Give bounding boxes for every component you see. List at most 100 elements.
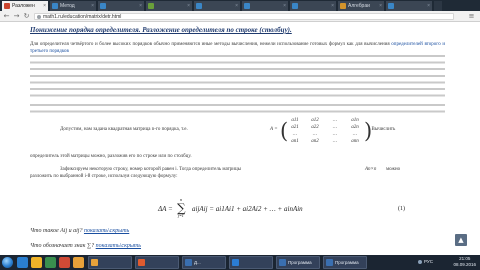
clock[interactable]: 21:05 08.09.2016 — [453, 256, 476, 268]
app-icon — [91, 259, 98, 266]
pinned-app-icon[interactable] — [59, 257, 70, 268]
fix-row-text-end: можно — [386, 167, 401, 172]
taskbar-window-button[interactable]: Программа — [323, 256, 367, 269]
app-icon — [279, 259, 286, 266]
sum-lower-limit: j=1 — [178, 213, 184, 218]
formula-number: (1) — [398, 206, 405, 212]
window-label: Д... — [194, 260, 201, 265]
app-icon — [326, 259, 333, 266]
show-hide-link[interactable]: показать\скрыть — [96, 243, 141, 249]
matrix-cell: … — [352, 132, 358, 137]
taskbar-window-button[interactable] — [88, 256, 132, 269]
reload-icon[interactable]: ↻ — [22, 12, 31, 21]
close-icon[interactable]: × — [139, 1, 142, 11]
window-label: Программа — [335, 260, 359, 265]
tab-favicon-icon — [388, 3, 394, 9]
close-icon[interactable]: × — [427, 1, 430, 11]
browser-tab[interactable]: × — [290, 1, 337, 11]
tab-favicon-icon — [4, 3, 10, 9]
browser-tab[interactable]: × — [146, 1, 193, 11]
tab-favicon-icon — [340, 3, 346, 9]
address-bar[interactable]: math1.ru/education/matrix/detr.html — [34, 13, 454, 20]
matrix-cell: a11 — [291, 118, 299, 123]
matrix-lhs: A = — [270, 127, 278, 132]
tab-label: Метод — [60, 3, 75, 9]
new-tab-button[interactable] — [434, 1, 443, 11]
window-label: Программа — [288, 260, 312, 265]
close-icon[interactable]: × — [283, 1, 286, 11]
browser-tab[interactable]: × — [386, 1, 433, 11]
clock-date: 08.09.2016 — [453, 262, 476, 267]
taskbar-window-button[interactable]: Программа — [276, 256, 320, 269]
matrix-cell: a21 — [291, 125, 299, 130]
browser-tab[interactable]: × — [242, 1, 289, 11]
formula-rhs: aijAij = ai1Ai1 + ai2Ai2 + … + ainAin — [192, 205, 303, 213]
show-hide-link[interactable]: показать\скрыть — [84, 228, 129, 234]
windows-taskbar: РУС 21:05 08.09.2016 Д... Программа Програ… — [0, 255, 480, 270]
matrix-cell: … — [312, 132, 318, 137]
matrix-cell: a22 — [311, 125, 319, 130]
matrix-cell: a2n — [351, 125, 359, 130]
scroll-to-top-button[interactable]: ▲ — [455, 234, 467, 246]
tab-favicon-icon — [52, 3, 58, 9]
page-content: Понижение порядка определителя. Разложен… — [0, 23, 480, 255]
pinned-app-icon[interactable] — [73, 257, 84, 268]
browser-tab-strip: Разложен × Метод × × × × × × Алгебраи × × — [0, 0, 480, 11]
matrix-cell: ann — [351, 139, 359, 144]
taskbar-window-button[interactable]: Д... — [182, 256, 226, 269]
browser-tab[interactable]: Метод × — [50, 1, 97, 11]
start-button[interactable] — [2, 257, 13, 268]
language-indicator[interactable]: РУС — [424, 259, 433, 265]
browser-menu-icon[interactable]: ≡ — [467, 12, 476, 21]
fix-row-text: Зафиксируем некоторую строку, номер кото… — [60, 167, 242, 172]
intro-text: Для определителя четвёртого и более высо… — [30, 42, 390, 47]
taskbar-window-button[interactable] — [135, 256, 179, 269]
forward-icon[interactable]: → — [12, 12, 21, 21]
network-icon[interactable] — [418, 260, 422, 264]
browser-tab[interactable]: × — [194, 1, 241, 11]
tab-favicon-icon — [148, 3, 154, 9]
toggle-sigma-definition: Что обозначает знак ∑? показать\скрыть — [30, 242, 141, 250]
app-icon — [185, 259, 192, 266]
matrix-cell: a1n — [351, 118, 359, 123]
close-icon[interactable]: × — [187, 1, 190, 11]
close-icon[interactable]: × — [91, 1, 94, 11]
expansion-text: определитель этой матрицы можно, разложи… — [30, 154, 192, 159]
matrix-cell: an1 — [291, 139, 299, 144]
matrix-cell: … — [332, 132, 338, 137]
close-icon[interactable]: × — [331, 1, 334, 11]
app-icon — [232, 259, 239, 266]
expansion-formula: ΔA = n ∑ j=1 aijAij = ai1Ai1 + ai2Ai2 + … — [0, 197, 480, 221]
matrix-a: a11 a12 … a1n a21 a22 … a2n … … … … an1 an2 … ann — [285, 118, 365, 146]
chevron-up-icon: ▲ — [458, 236, 464, 244]
matrix-cell: … — [332, 118, 338, 123]
matrix-symbol: An×n — [365, 167, 377, 172]
matrix-tail-text: . Вычислить — [369, 127, 396, 132]
pinned-app-icon[interactable] — [17, 257, 28, 268]
tab-favicon-icon — [244, 3, 250, 9]
matrix-cell: a12 — [311, 118, 319, 123]
toggle-aij-definition: Что такое Aij и aij? показать\скрыть — [30, 227, 129, 235]
browser-tab[interactable]: Разложен × — [2, 1, 49, 11]
app-icon — [138, 259, 145, 266]
tab-favicon-icon — [196, 3, 202, 9]
tab-favicon-icon — [100, 3, 106, 9]
matrix-cell: … — [332, 125, 338, 130]
second-paragraph-unreadable — [30, 104, 445, 116]
browser-tab[interactable]: × — [98, 1, 145, 11]
close-icon[interactable]: × — [235, 1, 238, 11]
pinned-app-icon[interactable] — [31, 257, 42, 268]
pinned-app-icon[interactable] — [45, 257, 56, 268]
matrix-cell: … — [292, 132, 298, 137]
matrix-cell: … — [332, 139, 338, 144]
browser-tab[interactable]: Алгебраи × — [338, 1, 385, 11]
toggle-question: Что такое Aij и aij? — [30, 228, 83, 234]
close-icon[interactable]: × — [43, 1, 46, 11]
taskbar-window-button[interactable] — [229, 256, 273, 269]
formula-intro-text: разложить по выбранной i-й строке, испол… — [30, 174, 178, 179]
back-icon[interactable]: ← — [2, 12, 11, 21]
close-icon[interactable]: × — [379, 1, 382, 11]
page-info-icon[interactable] — [37, 15, 41, 19]
formula-lhs: ΔA = — [158, 205, 173, 213]
matrix-intro-text: Допустим, нам задана квадратная матрица … — [60, 127, 188, 132]
